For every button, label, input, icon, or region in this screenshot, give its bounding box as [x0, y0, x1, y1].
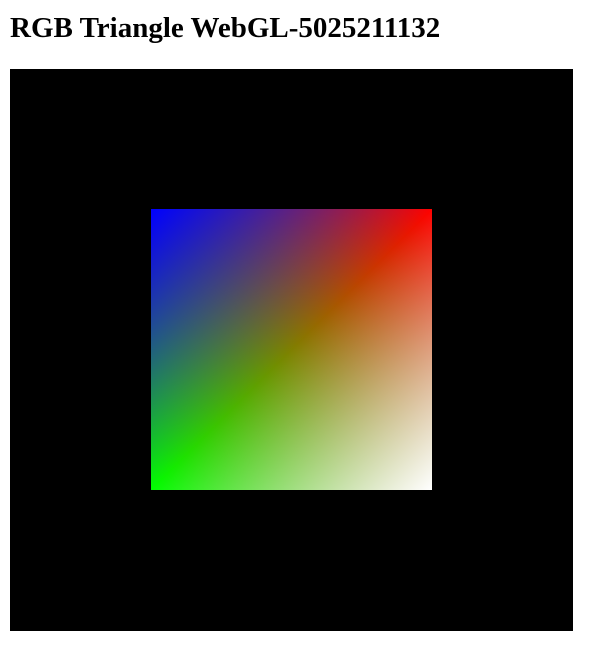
rgb-quad — [151, 209, 432, 490]
page-title: RGB Triangle WebGL-5025211132 — [10, 12, 441, 44]
webgl-canvas[interactable] — [10, 69, 573, 631]
webgl-canvas-container — [10, 69, 573, 631]
rgb-quad-diagonal-overlay — [151, 209, 432, 490]
